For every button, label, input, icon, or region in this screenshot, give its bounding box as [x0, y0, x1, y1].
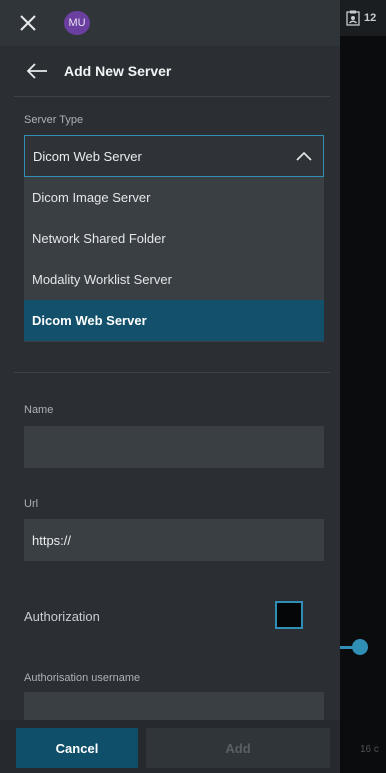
back-button[interactable]	[24, 60, 50, 82]
close-button[interactable]	[14, 9, 42, 37]
url-field[interactable]	[24, 519, 324, 561]
slider-handle[interactable]	[352, 639, 368, 655]
auth-username-label: Authorisation username	[24, 672, 141, 684]
option-dicom-image-server[interactable]: Dicom Image Server	[24, 177, 324, 218]
server-type-label: Server Type	[24, 114, 84, 126]
add-button[interactable]: Add	[146, 728, 330, 768]
option-dicom-web-server[interactable]: Dicom Web Server	[24, 300, 324, 341]
section-divider	[14, 372, 330, 373]
authorization-checkbox[interactable]	[275, 601, 303, 629]
name-label: Name	[24, 404, 54, 416]
study-count: 12	[364, 12, 377, 24]
close-icon	[20, 15, 36, 31]
server-type-selected-value: Dicom Web Server	[33, 148, 142, 164]
background-viewer-strip: 12 16 c	[340, 0, 386, 773]
form-footer: Cancel Add	[0, 720, 340, 773]
name-field[interactable]	[24, 426, 324, 468]
right-bottom-text: 16 c	[360, 744, 379, 755]
header-divider	[14, 96, 330, 97]
url-label: Url	[24, 498, 39, 510]
option-network-shared-folder[interactable]: Network Shared Folder	[24, 218, 324, 259]
server-type-select[interactable]: Dicom Web Server	[24, 135, 324, 177]
top-bar: MU	[0, 0, 340, 46]
chevron-up-icon	[296, 151, 312, 161]
cancel-button[interactable]: Cancel	[16, 728, 138, 768]
option-modality-worklist-server[interactable]: Modality Worklist Server	[24, 259, 324, 300]
add-server-panel: MU Add New Server Server Type Dicom Web …	[0, 0, 340, 773]
arrow-left-icon	[26, 63, 47, 79]
authorization-label: Authorization	[24, 609, 100, 624]
app-root: MU Add New Server Server Type Dicom Web …	[0, 0, 386, 773]
page-title: Add New Server	[64, 63, 172, 79]
page-header: Add New Server	[0, 46, 340, 98]
right-toolbar: 12	[340, 0, 386, 36]
avatar[interactable]: MU	[64, 11, 90, 35]
clipboard-user-icon	[346, 10, 360, 26]
auth-username-field[interactable]	[24, 692, 324, 720]
server-type-dropdown: Dicom Image Server Network Shared Folder…	[24, 177, 324, 342]
